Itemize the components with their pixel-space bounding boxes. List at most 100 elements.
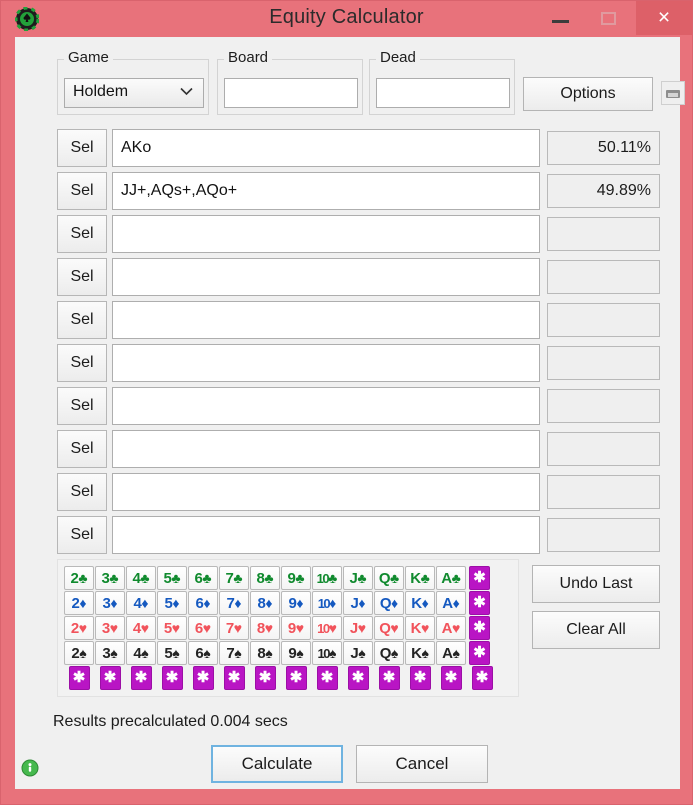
dead-input[interactable] <box>376 78 510 108</box>
card-6-hearts[interactable]: 6♥ <box>188 616 218 640</box>
select-range-button[interactable]: Sel <box>57 430 107 468</box>
wildcard-rank-button[interactable]: ✱ <box>254 666 276 690</box>
range-input[interactable] <box>112 215 540 253</box>
range-input[interactable] <box>112 258 540 296</box>
close-button[interactable]: × <box>636 1 692 35</box>
card-A-spades[interactable]: A♠ <box>436 641 466 665</box>
game-select[interactable]: Holdem <box>64 78 204 108</box>
card-9-hearts[interactable]: 9♥ <box>281 616 311 640</box>
card-K-spades[interactable]: K♠ <box>405 641 435 665</box>
calculate-button[interactable]: Calculate <box>211 745 343 783</box>
wildcard-rank-button[interactable]: ✱ <box>161 666 183 690</box>
cancel-button[interactable]: Cancel <box>356 745 488 783</box>
range-input[interactable] <box>112 516 540 554</box>
card-4-hearts[interactable]: 4♥ <box>126 616 156 640</box>
card-5-clubs[interactable]: 5♣ <box>157 566 187 590</box>
wildcard-spades-button[interactable]: ✱ <box>469 641 490 665</box>
card-J-clubs[interactable]: J♣ <box>343 566 373 590</box>
wildcard-rank-button[interactable]: ✱ <box>378 666 400 690</box>
wildcard-rank-button[interactable]: ✱ <box>223 666 245 690</box>
card-K-hearts[interactable]: K♥ <box>405 616 435 640</box>
card-Q-clubs[interactable]: Q♣ <box>374 566 404 590</box>
card-8-spades[interactable]: 8♠ <box>250 641 280 665</box>
card-10-spades[interactable]: 10♠ <box>312 641 342 665</box>
card-8-diamonds[interactable]: 8♦ <box>250 591 280 615</box>
card-10-hearts[interactable]: 10♥ <box>312 616 342 640</box>
card-Q-spades[interactable]: Q♠ <box>374 641 404 665</box>
card-Q-diamonds[interactable]: Q♦ <box>374 591 404 615</box>
wildcard-rank-button[interactable]: ✱ <box>347 666 369 690</box>
card-5-hearts[interactable]: 5♥ <box>157 616 187 640</box>
wildcard-rank-button[interactable]: ✱ <box>409 666 431 690</box>
card-8-hearts[interactable]: 8♥ <box>250 616 280 640</box>
card-6-diamonds[interactable]: 6♦ <box>188 591 218 615</box>
card-A-diamonds[interactable]: A♦ <box>436 591 466 615</box>
card-9-diamonds[interactable]: 9♦ <box>281 591 311 615</box>
card-3-diamonds[interactable]: 3♦ <box>95 591 125 615</box>
card-4-clubs[interactable]: 4♣ <box>126 566 156 590</box>
card-J-diamonds[interactable]: J♦ <box>343 591 373 615</box>
wildcard-clubs-button[interactable]: ✱ <box>469 566 490 590</box>
minimize-button[interactable] <box>540 1 582 35</box>
card-K-clubs[interactable]: K♣ <box>405 566 435 590</box>
card-J-hearts[interactable]: J♥ <box>343 616 373 640</box>
card-3-clubs[interactable]: 3♣ <box>95 566 125 590</box>
wildcard-rank-button[interactable]: ✱ <box>471 666 493 690</box>
card-9-clubs[interactable]: 9♣ <box>281 566 311 590</box>
wildcard-rank-button[interactable]: ✱ <box>285 666 307 690</box>
select-range-button[interactable]: Sel <box>57 301 107 339</box>
card-2-hearts[interactable]: 2♥ <box>64 616 94 640</box>
wildcard-rank-button[interactable]: ✱ <box>192 666 214 690</box>
card-8-clubs[interactable]: 8♣ <box>250 566 280 590</box>
select-range-button[interactable]: Sel <box>57 172 107 210</box>
card-3-spades[interactable]: 3♠ <box>95 641 125 665</box>
card-A-clubs[interactable]: A♣ <box>436 566 466 590</box>
wildcard-rank-button[interactable]: ✱ <box>440 666 462 690</box>
select-range-button[interactable]: Sel <box>57 215 107 253</box>
card-Q-hearts[interactable]: Q♥ <box>374 616 404 640</box>
wildcard-rank-button[interactable]: ✱ <box>68 666 90 690</box>
card-7-spades[interactable]: 7♠ <box>219 641 249 665</box>
card-7-clubs[interactable]: 7♣ <box>219 566 249 590</box>
range-input[interactable] <box>112 301 540 339</box>
wildcard-diamonds-button[interactable]: ✱ <box>469 591 490 615</box>
card-5-diamonds[interactable]: 5♦ <box>157 591 187 615</box>
card-4-spades[interactable]: 4♠ <box>126 641 156 665</box>
range-input[interactable] <box>112 387 540 425</box>
range-input[interactable] <box>112 473 540 511</box>
card-J-spades[interactable]: J♠ <box>343 641 373 665</box>
card-5-spades[interactable]: 5♠ <box>157 641 187 665</box>
card-A-hearts[interactable]: A♥ <box>436 616 466 640</box>
card-6-clubs[interactable]: 6♣ <box>188 566 218 590</box>
maximize-button[interactable] <box>588 1 630 35</box>
select-range-button[interactable]: Sel <box>57 258 107 296</box>
card-10-clubs[interactable]: 10♣ <box>312 566 342 590</box>
card-2-spades[interactable]: 2♠ <box>64 641 94 665</box>
board-input[interactable] <box>224 78 358 108</box>
range-input[interactable] <box>112 344 540 382</box>
card-2-diamonds[interactable]: 2♦ <box>64 591 94 615</box>
select-range-button[interactable]: Sel <box>57 387 107 425</box>
card-K-diamonds[interactable]: K♦ <box>405 591 435 615</box>
wildcard-rank-button[interactable]: ✱ <box>99 666 121 690</box>
options-button[interactable]: Options <box>523 77 653 111</box>
card-7-diamonds[interactable]: 7♦ <box>219 591 249 615</box>
range-input[interactable] <box>112 430 540 468</box>
disk-icon-button[interactable] <box>661 81 685 105</box>
range-input[interactable] <box>112 129 540 167</box>
select-range-button[interactable]: Sel <box>57 129 107 167</box>
select-range-button[interactable]: Sel <box>57 473 107 511</box>
card-3-hearts[interactable]: 3♥ <box>95 616 125 640</box>
card-10-diamonds[interactable]: 10♦ <box>312 591 342 615</box>
wildcard-hearts-button[interactable]: ✱ <box>469 616 490 640</box>
select-range-button[interactable]: Sel <box>57 516 107 554</box>
wildcard-rank-button[interactable]: ✱ <box>316 666 338 690</box>
card-2-clubs[interactable]: 2♣ <box>64 566 94 590</box>
clear-all-button[interactable]: Clear All <box>532 611 660 649</box>
undo-last-button[interactable]: Undo Last <box>532 565 660 603</box>
wildcard-rank-button[interactable]: ✱ <box>130 666 152 690</box>
card-9-spades[interactable]: 9♠ <box>281 641 311 665</box>
card-4-diamonds[interactable]: 4♦ <box>126 591 156 615</box>
card-7-hearts[interactable]: 7♥ <box>219 616 249 640</box>
range-input[interactable] <box>112 172 540 210</box>
